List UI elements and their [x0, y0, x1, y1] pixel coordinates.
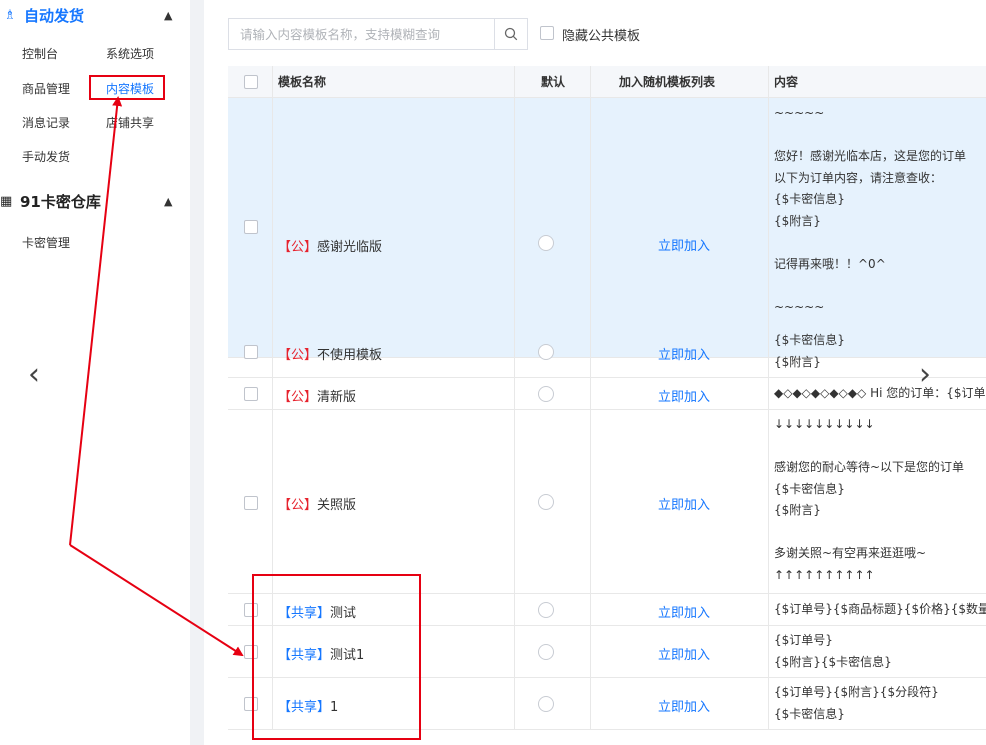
template-name[interactable]: 【公】不使用模板: [278, 344, 382, 363]
row-checkbox[interactable]: [244, 496, 258, 510]
chevron-up-icon[interactable]: ▲: [164, 195, 172, 208]
add-to-random-link[interactable]: 立即加入: [658, 344, 710, 363]
row-checkbox[interactable]: [244, 220, 258, 234]
template-name-text: 关照版: [317, 498, 357, 513]
search-icon[interactable]: [494, 19, 527, 49]
add-to-random-link[interactable]: 立即加入: [658, 494, 710, 513]
template-name[interactable]: 【公】清新版: [278, 386, 356, 405]
robot-icon: ♗: [4, 7, 16, 23]
table-row[interactable]: 【共享】测试1 立即加入 {$订单号} {$附言}{$卡密信息}: [228, 626, 986, 678]
template-content: ◆◇◆◇◆◇◆◇◆◇ Hi 您的订单：{$订单号}: [774, 386, 986, 400]
nav-message-log[interactable]: 消息记录: [22, 114, 70, 131]
template-name-text: 感谢光临版: [317, 240, 383, 255]
row-checkbox[interactable]: [244, 697, 258, 711]
template-name[interactable]: 【公】关照版: [278, 494, 356, 513]
table-row[interactable]: 【共享】测试 立即加入 {$订单号}{$商品标题}{$价格}{$数量}: [228, 594, 986, 626]
public-tag: 【公】: [278, 390, 318, 405]
default-radio[interactable]: [538, 696, 554, 712]
hide-public-label: 隐藏公共模板: [562, 29, 641, 44]
row-checkbox[interactable]: [244, 345, 258, 359]
select-all-checkbox[interactable]: [244, 75, 258, 89]
default-radio[interactable]: [538, 644, 554, 660]
add-to-random-link[interactable]: 立即加入: [658, 386, 710, 405]
default-radio[interactable]: [538, 494, 554, 510]
header-content: 内容: [774, 75, 799, 89]
table-row[interactable]: 【公】感谢光临版 立即加入 ~~~~~ 您好！感谢光临本店，这是您的订单 以下为…: [228, 98, 986, 358]
column-divider: [768, 66, 769, 730]
chevron-left-icon[interactable]: ‹: [28, 360, 40, 390]
highlight-box: [89, 75, 165, 100]
header-name: 模板名称: [278, 75, 327, 89]
template-content: {$订单号}{$商品标题}{$价格}{$数量}: [774, 602, 986, 616]
public-tag: 【公】: [278, 348, 318, 363]
column-divider: [272, 66, 273, 730]
share-tag: 【共享】: [278, 648, 331, 663]
table-row[interactable]: 【公】清新版 立即加入 ◆◇◆◇◆◇◆◇◆◇ Hi 您的订单：{$订单号}: [228, 378, 986, 410]
add-to-random-link[interactable]: 立即加入: [658, 696, 710, 715]
chevron-right-icon[interactable]: ›: [919, 360, 931, 390]
add-to-random-link[interactable]: 立即加入: [658, 602, 710, 621]
table-row[interactable]: 【公】不使用模板 立即加入 {$卡密信息} {$附言}: [228, 326, 986, 378]
section-card-warehouse-header[interactable]: ▦ 91卡密仓库 ▲: [0, 186, 190, 216]
default-radio[interactable]: [538, 386, 554, 402]
nav-card-management[interactable]: 卡密管理: [22, 234, 70, 251]
template-content: ↓↓↓↓↓↓↓↓↓↓ 感谢您的耐心等待~以下是您的订单 {$卡密信息} {$附言…: [774, 417, 965, 582]
template-content: {$订单号}{$附言}{$分段符} {$卡密信息}: [774, 685, 939, 721]
chevron-up-icon[interactable]: ▲: [164, 9, 172, 22]
public-tag: 【公】: [278, 240, 318, 255]
template-content: ~~~~~ 您好！感谢光临本店，这是您的订单 以下为订单内容，请注意查收： {$…: [774, 106, 967, 314]
template-search[interactable]: [228, 18, 528, 50]
nav-shop-sharing[interactable]: 店铺共享: [106, 114, 154, 131]
template-content: {$卡密信息} {$附言}: [774, 333, 845, 369]
template-name[interactable]: 【共享】测试1: [278, 644, 364, 663]
template-content: {$订单号} {$附言}{$卡密信息}: [774, 633, 892, 669]
template-name-text: 1: [330, 700, 339, 715]
add-to-random-link[interactable]: 立即加入: [658, 644, 710, 663]
template-name[interactable]: 【共享】1: [278, 696, 338, 715]
public-tag: 【公】: [278, 498, 318, 513]
template-name[interactable]: 【公】感谢光临版: [278, 236, 382, 255]
template-name-text: 不使用模板: [317, 348, 383, 363]
nav-manual-ship[interactable]: 手动发货: [22, 148, 70, 165]
row-checkbox[interactable]: [244, 645, 258, 659]
add-to-random-link[interactable]: 立即加入: [658, 235, 710, 254]
default-radio[interactable]: [538, 344, 554, 360]
nav-product-management[interactable]: 商品管理: [22, 80, 70, 97]
header-random: 加入随机模板列表: [619, 75, 716, 89]
default-radio[interactable]: [538, 235, 554, 251]
column-divider: [590, 66, 591, 730]
grid-icon: ▦: [0, 193, 13, 209]
nav-dashboard[interactable]: 控制台: [22, 45, 58, 62]
section-title: 91卡密仓库: [20, 192, 101, 211]
template-name-text: 清新版: [317, 390, 357, 405]
layout-divider: [190, 0, 204, 745]
nav-system-options[interactable]: 系统选项: [106, 45, 154, 62]
table-header: 模板名称 默认 加入随机模板列表 内容: [228, 66, 986, 98]
share-tag: 【共享】: [278, 700, 331, 715]
search-input[interactable]: [229, 19, 501, 49]
table-row[interactable]: 【共享】1 立即加入 {$订单号}{$附言}{$分段符} {$卡密信息}: [228, 678, 986, 730]
hide-public-checkbox[interactable]: [540, 26, 554, 40]
section-auto-ship-header[interactable]: ♗ 自动发货 ▲: [0, 0, 190, 30]
sidebar: ♗ 自动发货 ▲ 控制台 系统选项 商品管理 内容模板 消息记录 店铺共享 手动…: [0, 0, 190, 745]
default-radio[interactable]: [538, 602, 554, 618]
section-title: 自动发货: [24, 6, 85, 25]
template-name-text: 测试1: [330, 648, 365, 663]
template-name[interactable]: 【共享】测试: [278, 602, 356, 621]
row-checkbox[interactable]: [244, 603, 258, 617]
row-checkbox[interactable]: [244, 387, 258, 401]
header-default: 默认: [541, 75, 566, 89]
template-name-text: 测试: [330, 606, 357, 621]
column-divider: [514, 66, 515, 730]
table-row[interactable]: 【公】关照版 立即加入 ↓↓↓↓↓↓↓↓↓↓ 感谢您的耐心等待~以下是您的订单 …: [228, 410, 986, 594]
share-tag: 【共享】: [278, 606, 331, 621]
